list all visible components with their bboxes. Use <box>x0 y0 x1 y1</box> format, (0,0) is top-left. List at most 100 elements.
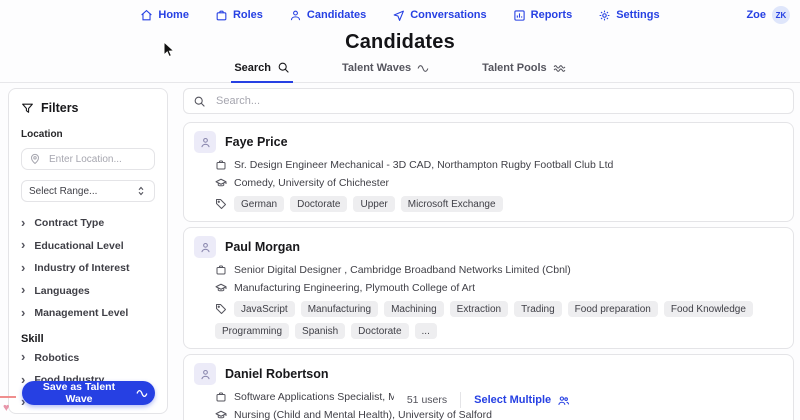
save-talent-wave-button[interactable]: Save as Talent Wave <box>22 381 155 405</box>
page-title: Candidates <box>0 31 800 54</box>
filter-group-item[interactable]: › Languages <box>21 280 155 303</box>
tab-talent-waves[interactable]: Talent Waves <box>339 57 433 82</box>
tag-chip: Programming <box>215 323 289 339</box>
nav-label: Settings <box>616 9 659 21</box>
filter-group-item[interactable]: › Management Level <box>21 302 155 325</box>
nav-item-home[interactable]: Home <box>140 9 189 22</box>
graduation-cap-icon <box>215 177 227 189</box>
chart-icon <box>513 9 526 22</box>
results-footer: 51 users Select Multiple <box>183 390 794 410</box>
filter-group-label: Management Level <box>34 307 128 319</box>
tag-chip: Food Knowledge <box>664 301 753 317</box>
range-select-value: Select Range... <box>29 186 97 197</box>
tag-chip: German <box>234 196 284 212</box>
tag-icon <box>215 303 227 315</box>
funnel-icon <box>21 102 34 115</box>
filter-group-label: Languages <box>34 285 89 297</box>
candidate-education: Comedy, University of Chichester <box>234 177 389 189</box>
tag-chip: Food preparation <box>568 301 658 317</box>
nav-item-roles[interactable]: Roles <box>215 9 263 22</box>
skill-filter-item-hidden[interactable]: › <box>21 414 155 420</box>
nav-item-conversations[interactable]: Conversations <box>392 9 486 22</box>
tab-label: Talent Waves <box>342 62 411 74</box>
candidate-avatar <box>194 363 216 385</box>
tab-search[interactable]: Search <box>231 57 293 83</box>
home-icon <box>140 9 153 22</box>
range-select[interactable]: Select Range... <box>21 180 155 202</box>
filter-group-label: Contract Type <box>34 217 104 229</box>
top-nav: Home Roles Candidates Conversations Repo… <box>0 0 800 30</box>
tag-chip: Trading <box>514 301 562 317</box>
select-multiple-button[interactable]: Select Multiple <box>461 394 583 407</box>
search-icon <box>277 61 290 74</box>
candidate-education: Nursing (Child and Mental Health), Unive… <box>234 409 492 420</box>
tag-chip: JavaScript <box>234 301 295 317</box>
person-icon <box>289 9 302 22</box>
heart-icon: ♥ <box>3 402 10 414</box>
tag-chip: Microsoft Exchange <box>401 196 503 212</box>
candidate-header: Faye Price <box>194 131 783 153</box>
nav-item-candidates[interactable]: Candidates <box>289 9 366 22</box>
candidate-avatar <box>194 131 216 153</box>
candidate-search <box>183 88 794 114</box>
nav-item-settings[interactable]: Settings <box>598 9 659 22</box>
chevron-right-icon: › <box>21 283 25 296</box>
user-avatar[interactable]: ZK <box>772 6 790 24</box>
chevron-right-icon: › <box>21 216 25 229</box>
person-icon <box>199 368 212 381</box>
nav-label: Candidates <box>307 9 366 21</box>
gear-icon <box>598 9 611 22</box>
candidate-header: Daniel Robertson <box>194 363 783 385</box>
tag-chip: Doctorate <box>290 196 347 212</box>
users-count: 51 users <box>394 394 460 406</box>
location-input[interactable] <box>47 153 147 166</box>
filter-group-item[interactable]: › Educational Level <box>21 235 155 258</box>
chevron-right-icon: › <box>21 238 25 251</box>
filters-sidebar: Filters Location Select Range... › Contr… <box>8 88 168 414</box>
filters-title: Filters <box>21 101 155 115</box>
candidate-job-row: Senior Digital Designer , Cambridge Broa… <box>215 264 783 276</box>
candidate-job: Sr. Design Engineer Mechanical - 3D CAD,… <box>234 159 613 171</box>
filter-group-item[interactable]: › Industry of Interest <box>21 257 155 280</box>
chevron-right-icon: › <box>21 350 25 363</box>
tabs: Search Talent Waves Talent Pools <box>0 57 800 83</box>
tab-label: Search <box>234 62 271 74</box>
tag-chip: Spanish <box>295 323 345 339</box>
tag-chip: Doctorate <box>351 323 408 339</box>
filter-groups: › Contract Type › Educational Level › In… <box>21 212 155 325</box>
user-menu[interactable]: Zoe ZK <box>746 6 790 24</box>
waves-icon <box>553 62 566 75</box>
candidate-card[interactable]: Daniel Robertson Software Applications S… <box>183 354 794 420</box>
tab-talent-pools[interactable]: Talent Pools <box>479 57 569 82</box>
chevron-right-icon: › <box>21 306 25 319</box>
recording-artifact-line <box>0 396 16 398</box>
candidate-header: Paul Morgan <box>194 236 783 258</box>
briefcase-icon <box>215 264 227 276</box>
location-input-wrap <box>21 148 155 170</box>
wave-icon <box>136 387 149 400</box>
candidate-education-row: Comedy, University of Chichester <box>215 177 783 189</box>
tag-chip: Machining <box>384 301 444 317</box>
filter-group-label: Educational Level <box>34 240 123 252</box>
person-icon <box>199 241 212 254</box>
candidate-job-row: Sr. Design Engineer Mechanical - 3D CAD,… <box>215 159 783 171</box>
candidate-education-row: Nursing (Child and Mental Health), Unive… <box>215 409 783 420</box>
tag-chip: Manufacturing <box>301 301 378 317</box>
skill-filter-label: Robotics <box>34 352 79 364</box>
candidate-tags: GermanDoctorateUpperMicrosoft Exchange <box>215 196 783 212</box>
users-icon <box>557 394 570 407</box>
candidate-name: Paul Morgan <box>225 240 300 254</box>
person-icon <box>199 136 212 149</box>
nav-label: Home <box>158 9 189 21</box>
graduation-cap-icon <box>215 409 227 420</box>
candidate-card[interactable]: Faye Price Sr. Design Engineer Mechanica… <box>183 122 794 222</box>
filter-group-item[interactable]: › Contract Type <box>21 212 155 235</box>
candidate-job: Senior Digital Designer , Cambridge Broa… <box>234 264 571 276</box>
candidate-card[interactable]: Paul Morgan Senior Digital Designer , Ca… <box>183 227 794 349</box>
nav-item-reports[interactable]: Reports <box>513 9 573 22</box>
briefcase-icon <box>215 159 227 171</box>
footer-pill: 51 users Select Multiple <box>394 390 583 410</box>
search-input[interactable] <box>214 94 784 108</box>
stepper-icon <box>135 185 147 197</box>
skill-filter-item[interactable]: › Robotics <box>21 347 155 370</box>
